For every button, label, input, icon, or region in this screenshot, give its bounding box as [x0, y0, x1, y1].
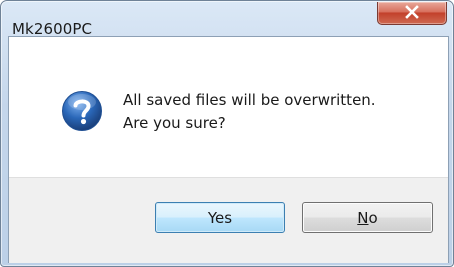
dialog-window: Mk2600PC All saved files will be overwri…: [0, 0, 454, 267]
message-area: All saved files will be overwritten. Are…: [9, 37, 448, 177]
no-button[interactable]: No: [302, 202, 433, 233]
yes-button[interactable]: Yes: [155, 202, 285, 233]
no-button-mnemonic: N: [357, 209, 369, 227]
button-area: Yes No: [9, 177, 448, 263]
dialog-client-area: All saved files will be overwritten. Are…: [8, 36, 449, 263]
close-button[interactable]: [377, 2, 447, 25]
message-text-line-2: Are you sure?: [123, 114, 226, 132]
yes-button-label: Yes: [207, 209, 233, 227]
close-icon: [405, 5, 419, 19]
question-icon: [62, 91, 102, 131]
message-text-line-1: All saved files will be overwritten.: [123, 91, 376, 109]
no-button-label-rest: o: [368, 209, 378, 227]
title-bar[interactable]: Mk2600PC: [1, 1, 453, 38]
